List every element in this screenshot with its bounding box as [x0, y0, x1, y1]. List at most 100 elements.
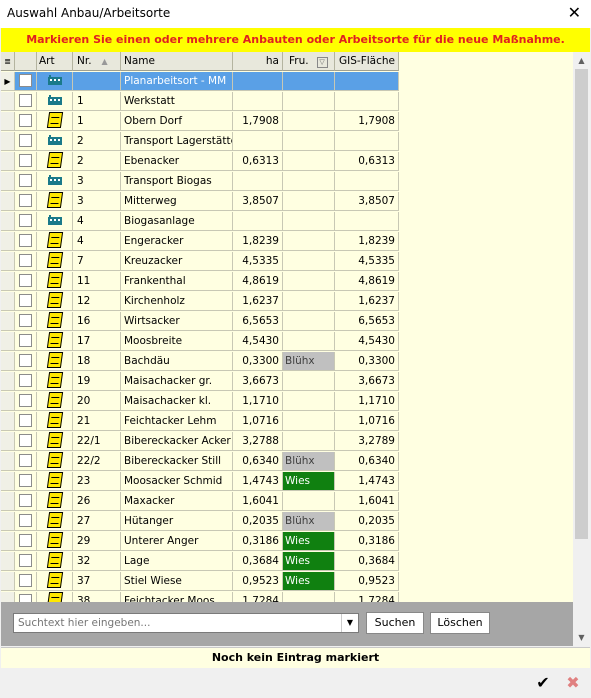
table-row[interactable]: 32 Lage 0,3684 Wies 0,3684: [1, 552, 399, 572]
row-checkbox-cell[interactable]: [15, 392, 37, 411]
row-checkbox[interactable]: [19, 153, 32, 167]
row-checkbox-cell[interactable]: [15, 252, 37, 271]
scroll-down-icon[interactable]: ▼: [573, 629, 590, 646]
row-indicator[interactable]: [1, 212, 15, 231]
row-checkbox[interactable]: [19, 593, 32, 602]
row-checkbox[interactable]: [19, 113, 32, 127]
row-indicator[interactable]: [1, 312, 15, 331]
row-checkbox-cell[interactable]: [15, 492, 37, 511]
row-indicator[interactable]: [1, 412, 15, 431]
row-indicator[interactable]: [1, 172, 15, 191]
row-checkbox[interactable]: [19, 453, 32, 467]
row-checkbox-cell[interactable]: [15, 212, 37, 231]
row-indicator[interactable]: [1, 92, 15, 111]
row-checkbox-cell[interactable]: [15, 552, 37, 571]
row-checkbox[interactable]: [19, 473, 32, 487]
row-indicator[interactable]: [1, 572, 15, 591]
row-checkbox-cell[interactable]: [15, 192, 37, 211]
row-indicator[interactable]: [1, 472, 15, 491]
row-checkbox-cell[interactable]: [15, 472, 37, 491]
row-indicator[interactable]: [1, 452, 15, 471]
row-checkbox[interactable]: [19, 573, 32, 587]
row-indicator[interactable]: [1, 552, 15, 571]
table-row[interactable]: 26 Maxacker 1,6041 1,6041: [1, 492, 399, 512]
row-checkbox-cell[interactable]: [15, 312, 37, 331]
row-checkbox[interactable]: [19, 353, 32, 367]
table-row[interactable]: 38 Feichtacker Moos 1,7284 1,7284: [1, 592, 399, 602]
row-indicator[interactable]: [1, 252, 15, 271]
column-chooser-icon[interactable]: ≣: [1, 52, 15, 71]
row-indicator[interactable]: [1, 332, 15, 351]
row-indicator[interactable]: [1, 192, 15, 211]
row-checkbox-cell[interactable]: [15, 72, 37, 91]
row-checkbox[interactable]: [19, 433, 32, 447]
table-row[interactable]: 22/2 Bibereckacker Still 0,6340 Blühx 0,6340: [1, 452, 399, 472]
row-indicator[interactable]: [1, 592, 15, 602]
row-checkbox[interactable]: [19, 93, 32, 107]
row-checkbox-cell[interactable]: [15, 432, 37, 451]
row-indicator[interactable]: [1, 152, 15, 171]
table-row[interactable]: 29 Unterer Anger 0,3186 Wies 0,3186: [1, 532, 399, 552]
cancel-x-icon[interactable]: ✖: [562, 672, 584, 694]
row-indicator[interactable]: [1, 232, 15, 251]
confirm-check-icon[interactable]: ✔: [532, 672, 554, 694]
row-indicator[interactable]: [1, 392, 15, 411]
row-checkbox-cell[interactable]: [15, 172, 37, 191]
header-nr[interactable]: Nr. ▲: [73, 52, 121, 71]
header-name[interactable]: Name: [121, 52, 233, 71]
row-checkbox-cell[interactable]: [15, 112, 37, 131]
row-checkbox[interactable]: [19, 213, 32, 227]
row-checkbox-cell[interactable]: [15, 512, 37, 531]
row-checkbox-cell[interactable]: [15, 352, 37, 371]
row-checkbox[interactable]: [19, 273, 32, 287]
row-checkbox-cell[interactable]: [15, 592, 37, 602]
row-checkbox-cell[interactable]: [15, 232, 37, 251]
table-row[interactable]: 11 Frankenthal 4,8619 4,8619: [1, 272, 399, 292]
row-indicator[interactable]: [1, 492, 15, 511]
row-checkbox-cell[interactable]: [15, 152, 37, 171]
table-row[interactable]: 2 Ebenacker 0,6313 0,6313: [1, 152, 399, 172]
row-indicator[interactable]: ▶: [1, 72, 15, 91]
row-indicator[interactable]: [1, 512, 15, 531]
row-checkbox[interactable]: [19, 193, 32, 207]
table-row[interactable]: 19 Maisachacker gr. 3,6673 3,6673: [1, 372, 399, 392]
search-input[interactable]: [14, 614, 348, 632]
table-row[interactable]: 18 Bachdäu 0,3300 Blühx 0,3300: [1, 352, 399, 372]
row-checkbox-cell[interactable]: [15, 92, 37, 111]
row-indicator[interactable]: [1, 432, 15, 451]
table-row[interactable]: 4 Biogasanlage: [1, 212, 399, 232]
row-checkbox-cell[interactable]: [15, 572, 37, 591]
table-row[interactable]: 27 Hütanger 0,2035 Blühx 0,2035: [1, 512, 399, 532]
header-gis-flaeche[interactable]: GIS-Fläche: [335, 52, 399, 71]
table-row[interactable]: 2 Transport Lagerstätte: [1, 132, 399, 152]
row-indicator[interactable]: [1, 112, 15, 131]
row-checkbox[interactable]: [19, 413, 32, 427]
row-checkbox[interactable]: [19, 393, 32, 407]
table-row[interactable]: 21 Feichtacker Lehm 1,0716 1,0716: [1, 412, 399, 432]
table-row[interactable]: 22/1 Bibereckacker Acker 3,2788 3,2789: [1, 432, 399, 452]
row-indicator[interactable]: [1, 292, 15, 311]
row-checkbox[interactable]: [19, 173, 32, 187]
table-row[interactable]: 16 Wirtsacker 6,5653 6,5653: [1, 312, 399, 332]
scroll-up-icon[interactable]: ▲: [573, 52, 590, 69]
row-indicator[interactable]: [1, 532, 15, 551]
row-indicator[interactable]: [1, 372, 15, 391]
filter-icon[interactable]: ▽: [316, 57, 328, 68]
dropdown-arrow-icon[interactable]: ▼: [341, 614, 358, 632]
row-checkbox[interactable]: [19, 293, 32, 307]
row-checkbox-cell[interactable]: [15, 532, 37, 551]
table-row[interactable]: 37 Stiel Wiese 0,9523 Wies 0,9523: [1, 572, 399, 592]
row-checkbox[interactable]: [19, 533, 32, 547]
vertical-scrollbar[interactable]: ▲ ▼: [573, 52, 590, 646]
row-checkbox[interactable]: [19, 333, 32, 347]
row-checkbox-cell[interactable]: [15, 272, 37, 291]
row-checkbox[interactable]: [19, 553, 32, 567]
search-button[interactable]: Suchen: [366, 612, 424, 634]
row-checkbox[interactable]: [19, 373, 32, 387]
table-row[interactable]: 20 Maisachacker kl. 1,1710 1,1710: [1, 392, 399, 412]
table-row[interactable]: 23 Moosacker Schmid 1,4743 Wies 1,4743: [1, 472, 399, 492]
row-checkbox[interactable]: [19, 133, 32, 147]
row-checkbox-cell[interactable]: [15, 332, 37, 351]
table-row[interactable]: 4 Engeracker 1,8239 1,8239: [1, 232, 399, 252]
table-row[interactable]: ▶ Planarbeitsort - MM: [1, 72, 399, 92]
